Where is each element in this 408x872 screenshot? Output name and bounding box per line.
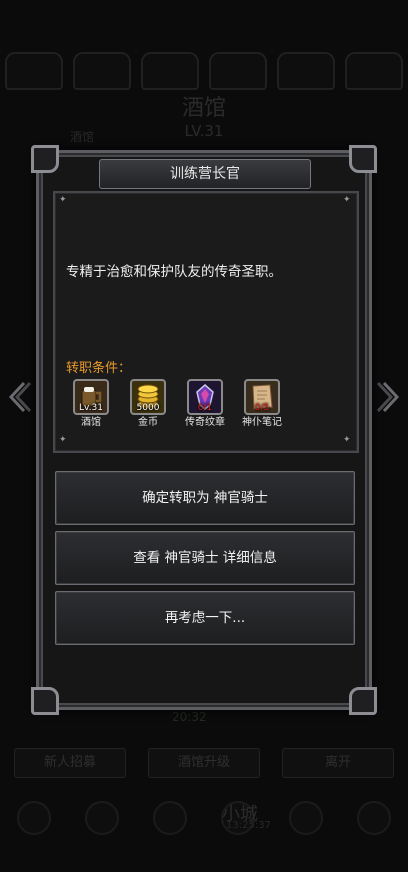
panel-corner-mark: ✦ [343,195,351,205]
requirement-value: 5000 [136,403,160,413]
background-status: 20:32 [172,710,207,724]
requirement-name: 金币 [138,417,158,428]
background-bottom-icon [357,801,391,835]
frame-corner [349,145,377,173]
background-upgrade-button: 酒馆升级 [148,748,260,778]
background-bottom-bar [0,798,408,838]
requirement-name: 酒馆 [81,417,101,428]
requirement-item-tavern[interactable]: Lv.31 酒馆 [64,379,118,429]
background-leave-button: 离开 [282,748,394,778]
view-details-button[interactable]: 查看 神官骑士 详细信息 [55,531,355,585]
chevron-left-icon[interactable] [6,380,32,414]
requirement-item-gold[interactable]: 5000 金币 [121,379,175,429]
background-top-bar [0,46,408,96]
dialog-title: 训练营长官 [99,159,311,189]
class-description: 专精于治愈和保护队友的传奇圣职。 [66,264,282,280]
background-bottom-icon [153,801,187,835]
requirement-value: 0/1 [197,403,213,413]
requirements-label: 转职条件： [66,361,132,376]
background-title-sub: LV.31 [184,122,224,140]
requirement-value: Lv.31 [79,403,103,413]
background-bottom-icon [289,801,323,835]
requirement-item-servant-notes[interactable]: 0/5 神仆笔记 [235,379,289,429]
background-bottom-icon [85,801,119,835]
requirement-item-legend-emblem[interactable]: 0/1 传奇纹章 [178,379,232,429]
confirm-job-change-button[interactable]: 确定转职为 神官骑士 [55,471,355,525]
background-bottom-icon [17,801,51,835]
background-slot [73,52,131,90]
background-slot [277,52,335,90]
background-slot [345,52,403,90]
background-bottom-time: 13:25:37 [226,820,271,831]
background-slot [209,52,267,90]
gold-coins-icon: 5000 [130,379,166,415]
info-panel: ✦ ✦ ✦ ✦ 专精于治愈和保护队友的传奇圣职。 转职条件： Lv.31 酒馆 [53,191,359,453]
job-change-dialog: 训练营长官 ✦ ✦ ✦ ✦ 专精于治愈和保护队友的传奇圣职。 转职条件： Lv.… [31,145,377,715]
frame-corner [31,687,59,715]
background-left-label: 酒馆 [70,130,95,144]
legend-emblem-icon: 0/1 [187,379,223,415]
requirement-value: 0/5 [254,403,270,413]
reconsider-button[interactable]: 再考虑一下... [55,591,355,645]
requirements-list: Lv.31 酒馆 5000 金币 0/1 传奇纹章 0/5 神仆笔记 [64,379,354,439]
requirement-name: 神仆笔记 [242,417,282,428]
chevron-right-icon[interactable] [376,380,402,414]
panel-corner-mark: ✦ [59,195,67,205]
frame-corner [31,145,59,173]
background-slot [5,52,63,90]
background-recruit-button: 新人招募 [14,748,126,778]
background-title: 酒馆 LV.31 [150,98,258,142]
tavern-icon: Lv.31 [73,379,109,415]
background-slot [141,52,199,90]
frame-corner [349,687,377,715]
background-buttons: 新人招募 酒馆升级 离开 [14,748,394,778]
background-title-text: 酒馆 [181,96,226,121]
requirement-name: 传奇纹章 [185,417,225,428]
parchment-icon: 0/5 [244,379,280,415]
